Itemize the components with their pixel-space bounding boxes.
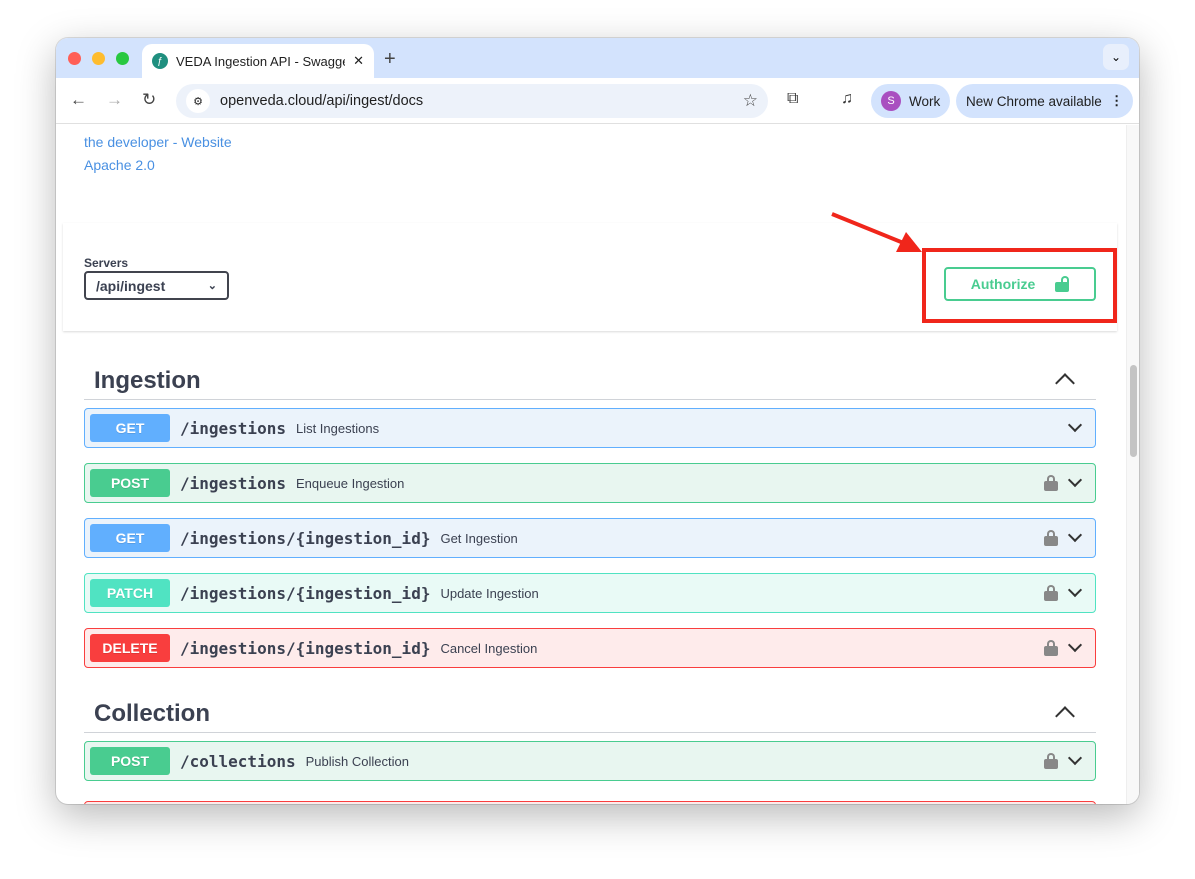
- method-badge: DELETE: [90, 634, 170, 662]
- chevron-down-icon[interactable]: [1067, 527, 1083, 543]
- profile-button[interactable]: S Work: [871, 84, 951, 118]
- reload-icon[interactable]: ↻: [142, 90, 156, 110]
- operation-delete[interactable]: DELETE /ingestions/{ingestion_id} Cancel…: [84, 628, 1096, 668]
- new-chrome-available-button[interactable]: New Chrome available ⋮: [956, 84, 1134, 118]
- operation-summary: Publish Collection: [305, 753, 409, 769]
- method-badge: PATCH: [90, 579, 170, 607]
- tab-search-chevron-icon[interactable]: ⌄: [1103, 44, 1129, 70]
- tab-title: VEDA Ingestion API - Swagger UI: [176, 53, 345, 69]
- media-controls-icon[interactable]: ♫: [841, 90, 853, 108]
- swagger-favicon-icon: ƒ: [152, 53, 168, 69]
- method-badge: POST: [90, 469, 170, 497]
- operation-get[interactable]: GET /ingestions List Ingestions: [84, 408, 1096, 448]
- bookmark-star-icon[interactable]: ☆: [743, 91, 758, 111]
- operation-path: /ingestions: [180, 473, 286, 493]
- update-label: New Chrome available: [966, 93, 1102, 109]
- section-title: Ingestion: [94, 367, 201, 394]
- operation-path: /ingestions/{ingestion_id}: [180, 528, 431, 548]
- operation-patch[interactable]: PATCH /ingestions/{ingestion_id} Update …: [84, 573, 1096, 613]
- maximize-window-button[interactable]: [116, 52, 129, 65]
- more-menu-icon[interactable]: ⋮: [1110, 93, 1124, 109]
- close-window-button[interactable]: [68, 52, 81, 65]
- operation-delete[interactable]: [84, 801, 1096, 804]
- tag-section-ingestion[interactable]: Ingestion: [84, 355, 1096, 400]
- chevron-down-icon[interactable]: [1067, 472, 1083, 488]
- method-badge: POST: [90, 747, 170, 775]
- operation-summary: Get Ingestion: [440, 530, 518, 546]
- operation-path: /ingestions/{ingestion_id}: [180, 638, 431, 658]
- chevron-up-icon[interactable]: [1055, 706, 1075, 726]
- chevron-down-icon[interactable]: [1067, 637, 1083, 653]
- extensions-icon[interactable]: ⧉: [787, 90, 798, 108]
- operation-path: /collections: [180, 751, 296, 771]
- servers-select[interactable]: /api/ingest ⌄: [84, 271, 229, 300]
- browser-tab[interactable]: ƒ VEDA Ingestion API - Swagger UI ✕: [142, 44, 374, 78]
- url-text: openveda.cloud/api/ingest/docs: [220, 93, 424, 109]
- operation-post[interactable]: POST /collections Publish Collection: [84, 741, 1096, 781]
- close-tab-icon[interactable]: ✕: [353, 53, 364, 69]
- lock-icon[interactable]: [1044, 640, 1058, 656]
- chevron-down-icon[interactable]: [1067, 582, 1083, 598]
- chevron-up-icon[interactable]: [1055, 373, 1075, 393]
- new-tab-icon[interactable]: +: [384, 48, 396, 71]
- profile-label: Work: [909, 93, 941, 109]
- servers-label: Servers: [84, 256, 129, 270]
- operation-path: /ingestions/{ingestion_id}: [180, 583, 431, 603]
- browser-window: ƒ VEDA Ingestion API - Swagger UI ✕ + ⌄ …: [56, 38, 1139, 804]
- operation-summary: Enqueue Ingestion: [295, 475, 405, 491]
- minimize-window-button[interactable]: [92, 52, 105, 65]
- operation-get[interactable]: GET /ingestions/{ingestion_id} Get Inges…: [84, 518, 1096, 558]
- lock-icon[interactable]: [1044, 753, 1058, 769]
- address-bar[interactable]: ⚙ openveda.cloud/api/ingest/docs ☆: [176, 84, 768, 118]
- operation-path: /ingestions: [180, 418, 286, 438]
- lock-icon[interactable]: [1044, 530, 1058, 546]
- section-title: Collection: [94, 700, 211, 727]
- operation-summary: List Ingestions: [295, 420, 380, 436]
- method-badge: GET: [90, 414, 170, 442]
- site-settings-icon[interactable]: ⚙: [186, 89, 210, 113]
- operation-summary: Cancel Ingestion: [440, 640, 538, 656]
- operation-summary: Update Ingestion: [440, 585, 539, 601]
- highlight-box: [922, 248, 1117, 323]
- chevron-down-icon: ⌄: [207, 280, 217, 292]
- chevron-down-icon[interactable]: [1067, 417, 1083, 433]
- developer-website-link[interactable]: the developer - Website: [84, 134, 232, 150]
- lock-icon[interactable]: [1044, 475, 1058, 491]
- back-icon[interactable]: ←: [70, 90, 87, 110]
- browser-toolbar: ← → ↻ ⚙ openveda.cloud/api/ingest/docs ☆…: [56, 78, 1139, 124]
- page-scrollbar[interactable]: [1126, 125, 1139, 804]
- forward-icon[interactable]: →: [106, 90, 123, 110]
- method-badge: GET: [90, 524, 170, 552]
- operation-post[interactable]: POST /ingestions Enqueue Ingestion: [84, 463, 1096, 503]
- scrollbar-thumb[interactable]: [1130, 365, 1137, 457]
- lock-icon[interactable]: [1044, 585, 1058, 601]
- avatar: S: [881, 91, 901, 111]
- annotation-arrow-icon: [831, 212, 922, 252]
- chevron-down-icon[interactable]: [1067, 750, 1083, 766]
- tab-bar: ƒ VEDA Ingestion API - Swagger UI ✕ + ⌄: [56, 38, 1139, 78]
- swagger-page: the developer - Website Apache 2.0 Serve…: [56, 125, 1126, 804]
- tag-section-collection[interactable]: Collection: [84, 688, 1096, 733]
- servers-selected-value: /api/ingest: [96, 277, 166, 294]
- license-link[interactable]: Apache 2.0: [84, 157, 155, 173]
